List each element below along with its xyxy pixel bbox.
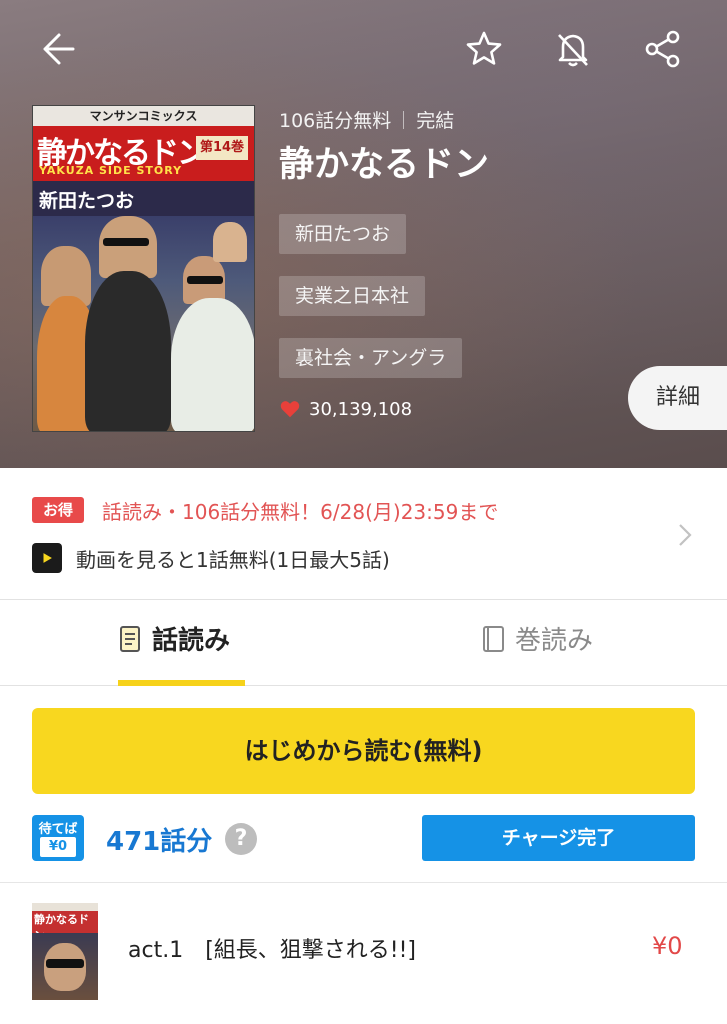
tab-volume-label: 巻読み [515, 626, 594, 656]
promo-text: 話読み・106話分無料！6/28(月)23:59まで [102, 500, 499, 524]
read-mode-tabs [0, 600, 727, 686]
series-meta: 106話分無料 完結 [279, 106, 454, 133]
tab-volume-read[interactable]: 巻読み [481, 620, 593, 657]
tab-episode-label: 話読み [152, 626, 231, 656]
active-tab-indicator [118, 680, 245, 686]
help-icon[interactable]: ? [225, 823, 257, 855]
promo-video-text: 動画を見ると1話無料(1日最大5話) [76, 548, 390, 572]
episode-tab-icon [120, 625, 140, 652]
cover-author: 新田たつお [39, 190, 135, 212]
share-icon[interactable] [640, 26, 686, 72]
series-status: 完結 [416, 110, 455, 132]
free-episode-count: 106話分無料 [279, 110, 392, 132]
thumb-band [32, 903, 98, 911]
deal-badge: お得 [32, 497, 84, 523]
volume-tab-icon [483, 625, 504, 652]
wait-free-label: 待てば [38, 822, 78, 837]
genre-tag[interactable]: 裏社会・アングラ [279, 338, 463, 378]
detail-button[interactable]: 詳細 [628, 366, 727, 430]
cover-figure [99, 216, 157, 278]
episode-price: ¥0 [652, 932, 683, 960]
cover-volume: 第14巻 [196, 136, 248, 160]
tab-episode-read[interactable]: 話読み [118, 620, 230, 657]
meta-divider [403, 110, 405, 129]
cover-sunglasses [103, 238, 149, 246]
cover-figure [85, 271, 171, 431]
cover-figure [171, 298, 254, 431]
play-icon [32, 543, 62, 573]
charge-complete-button[interactable]: チャージ完了 [422, 815, 695, 861]
wait-free-episode-count: 471話分 [106, 827, 213, 857]
back-arrow-icon[interactable] [34, 26, 80, 72]
read-from-start-button[interactable]: はじめから読む(無料) [32, 708, 695, 794]
series-title: 静かなるドン [279, 145, 490, 185]
wait-free-price: ¥0 [40, 837, 76, 857]
like-count: 30,139,108 [279, 398, 412, 420]
star-icon[interactable] [461, 26, 507, 72]
chevron-right-icon[interactable] [676, 521, 694, 549]
bell-off-icon[interactable] [550, 26, 596, 72]
cover-figure [213, 222, 247, 262]
promo-banner[interactable] [0, 468, 727, 600]
section-divider [0, 882, 727, 883]
publisher-tag[interactable]: 実業之日本社 [279, 276, 426, 316]
thumb-sunglasses [46, 959, 84, 968]
like-count-value: 30,139,108 [309, 398, 413, 420]
cover-sunglasses [187, 276, 223, 284]
cover-publisher-band: マンサンコミックス [33, 106, 254, 126]
episode-title[interactable]: act.1 [組長、狙撃される!!] [128, 932, 416, 964]
episode-thumbnail[interactable]: 静かなるドン [32, 903, 98, 1000]
heart-icon [280, 401, 300, 418]
cover-artwork [33, 216, 254, 431]
wait-free-badge: 待てば ¥0 [32, 815, 84, 861]
cover-image: マンサンコミックス 静かなるドン 第14巻 YAKUZA SIDE STORY … [32, 105, 255, 432]
cover-subtitle: YAKUZA SIDE STORY [39, 164, 183, 177]
author-tag[interactable]: 新田たつお [279, 214, 407, 254]
